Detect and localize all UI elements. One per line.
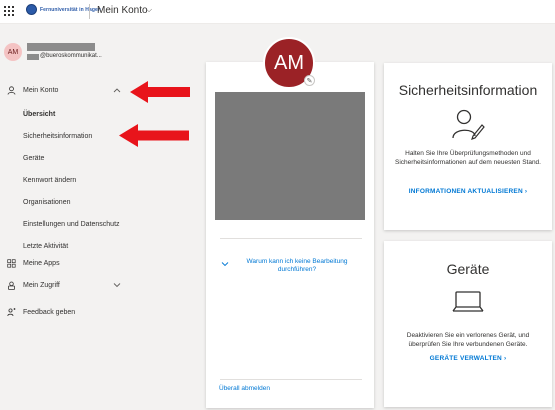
sign-out-everywhere-link[interactable]: Überall abmelden bbox=[219, 385, 270, 392]
sidebar-item-label: Mein Konto bbox=[23, 86, 59, 94]
chevron-down-icon[interactable]: ⌵ bbox=[146, 5, 152, 15]
sidebar-item-geraete[interactable]: Geräte bbox=[0, 150, 137, 166]
sidebar-item-label: Letzte Aktivität bbox=[23, 242, 69, 250]
sidebar-item-einstellungen[interactable]: Einstellungen und Datenschutz bbox=[0, 216, 137, 232]
redacted-email-prefix bbox=[27, 54, 39, 60]
sidebar-item-feedback[interactable]: Feedback geben bbox=[0, 304, 137, 320]
divider bbox=[220, 379, 362, 380]
divider bbox=[220, 238, 362, 239]
divider bbox=[89, 4, 90, 19]
sidebar-item-label: Feedback geben bbox=[23, 308, 76, 316]
update-info-link[interactable]: INFORMATIONEN AKTUALISIEREN › bbox=[384, 188, 552, 195]
chevron-down-icon[interactable] bbox=[113, 281, 121, 290]
feedback-icon bbox=[7, 307, 16, 317]
sidebar-item-label: Geräte bbox=[23, 154, 45, 162]
edit-pencil-icon[interactable]: ✎ bbox=[304, 75, 315, 86]
card-description: Deaktivieren Sie ein verlorenes Gerät, u… bbox=[406, 332, 530, 348]
logo-seal-icon bbox=[26, 4, 37, 15]
sidebar-item-kennwort[interactable]: Kennwort ändern bbox=[0, 172, 137, 188]
devices-card: Geräte Deaktivieren Sie ein verlorenes G… bbox=[384, 241, 552, 407]
redacted-profile-info bbox=[215, 92, 365, 220]
sidebar-item-mein-zugriff[interactable]: Mein Zugriff bbox=[0, 277, 137, 293]
sidebar-item-mein-konto[interactable]: Mein Konto bbox=[0, 82, 137, 98]
sidebar-item-label: Kennwort ändern bbox=[23, 176, 77, 184]
card-description: Halten Sie Ihre Überprüfungsmethoden und… bbox=[395, 150, 541, 166]
user-edit-icon bbox=[451, 108, 485, 145]
app-title[interactable]: Mein Konto bbox=[97, 5, 148, 16]
sidebar-item-label: Einstellungen und Datenschutz bbox=[23, 220, 120, 228]
sidebar-item-uebersicht[interactable]: Übersicht bbox=[0, 106, 137, 122]
sidebar-item-label: Mein Zugriff bbox=[23, 281, 60, 289]
user-email: @bueroskommunikat... bbox=[40, 53, 102, 59]
sidebar-item-letzte-aktivitaet[interactable]: Letzte Aktivität bbox=[0, 238, 137, 254]
redacted-user-name bbox=[27, 43, 95, 51]
app-launcher-icon[interactable] bbox=[4, 6, 14, 16]
sidebar-item-sicherheitsinformation[interactable]: Sicherheitsinformation bbox=[0, 128, 137, 144]
logo-text: Fernuniversität in Hagen bbox=[40, 6, 102, 13]
person-icon bbox=[7, 85, 16, 95]
security-info-card: Sicherheitsinformation Halten Sie Ihre Ü… bbox=[384, 63, 552, 230]
manage-devices-link[interactable]: GERÄTE VERWALTEN › bbox=[384, 355, 552, 362]
sidebar-item-meine-apps[interactable]: Meine Apps bbox=[0, 255, 137, 271]
card-title: Geräte bbox=[446, 261, 490, 277]
chevron-up-icon[interactable] bbox=[113, 86, 121, 95]
sidebar-item-organisationen[interactable]: Organisationen bbox=[0, 194, 137, 210]
laptop-icon bbox=[452, 291, 484, 318]
lock-person-icon bbox=[7, 281, 16, 290]
red-arrow-annotation bbox=[130, 81, 190, 103]
red-arrow-annotation bbox=[119, 124, 189, 147]
chevron-down-icon[interactable] bbox=[221, 260, 229, 269]
sidebar: AM @bueroskommunikat... Mein Konto Übers… bbox=[0, 24, 137, 410]
apps-grid-icon bbox=[7, 258, 16, 268]
why-cant-edit-link[interactable]: Warum kann ich keine Bearbeitung durchfü… bbox=[236, 258, 358, 274]
sidebar-item-label: Sicherheitsinformation bbox=[23, 132, 93, 140]
sidebar-item-label: Übersicht bbox=[23, 110, 56, 118]
sidebar-item-label: Organisationen bbox=[23, 198, 71, 206]
sidebar-item-label: Meine Apps bbox=[23, 259, 60, 267]
card-title: Sicherheitsinformation bbox=[398, 82, 538, 98]
top-bar: Fernuniversität in Hagen Mein Konto ⌵ bbox=[0, 0, 555, 24]
avatar[interactable]: AM bbox=[4, 43, 22, 61]
